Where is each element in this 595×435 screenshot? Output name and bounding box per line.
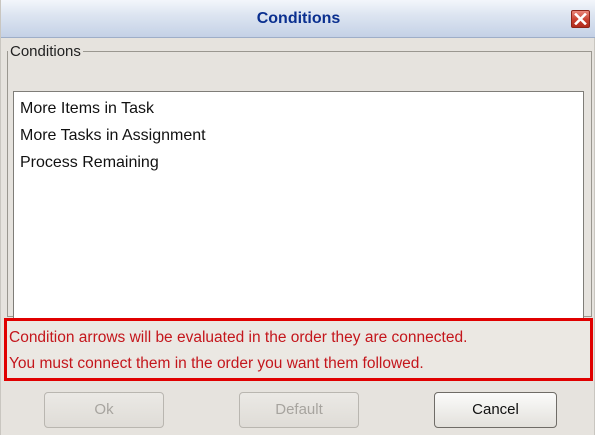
default-button[interactable]: Default: [239, 392, 359, 428]
close-icon: [574, 13, 587, 25]
close-button[interactable]: [571, 10, 590, 28]
order-warning-message: Condition arrows will be evaluated in th…: [4, 318, 593, 381]
list-item[interactable]: More Tasks in Assignment: [14, 122, 583, 149]
warning-line-2: You must connect them in the order you w…: [9, 355, 424, 372]
dialog-title: Conditions: [256, 10, 341, 27]
ok-button[interactable]: Ok: [44, 392, 164, 428]
conditions-list[interactable]: More Items in Task More Tasks in Assignm…: [13, 91, 584, 325]
warning-line-1: Condition arrows will be evaluated in th…: [9, 329, 468, 346]
list-item[interactable]: Process Remaining: [14, 149, 583, 176]
conditions-dialog: Conditions Conditions More Items in Task…: [0, 0, 595, 435]
list-item[interactable]: More Items in Task: [14, 95, 583, 122]
conditions-group-label: Conditions: [10, 43, 81, 60]
title-bar[interactable]: Conditions: [1, 0, 595, 38]
cancel-button[interactable]: Cancel: [434, 392, 557, 428]
conditions-group: Conditions More Items in Task More Tasks…: [7, 43, 592, 325]
